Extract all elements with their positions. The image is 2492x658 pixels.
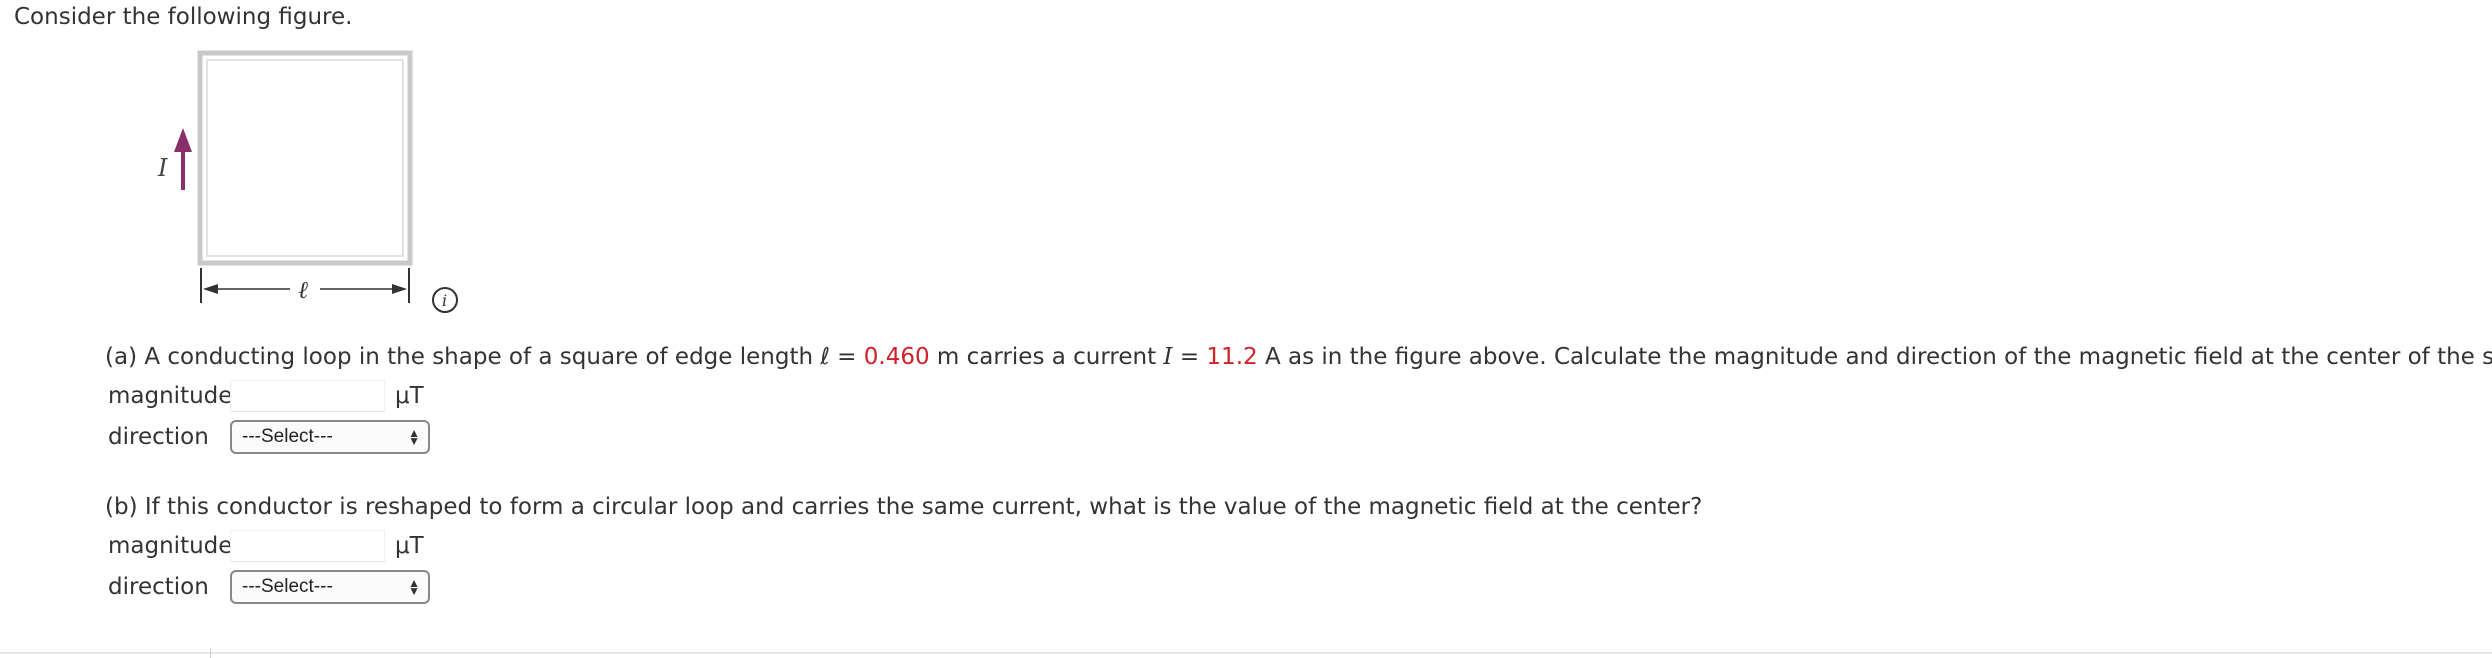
part-b-direction-row: direction ---Select--- ▲ ▼ (108, 570, 430, 604)
direction-label: direction (108, 424, 209, 450)
current-symbol: I (1163, 344, 1173, 370)
magnitude-label: magnitude (108, 533, 233, 559)
part-b-magnitude-input[interactable] (230, 530, 385, 562)
intro-text: Consider the following figure. (14, 4, 353, 30)
current-value: 11.2 (1206, 344, 1258, 370)
part-a-magnitude-input[interactable] (230, 380, 385, 412)
unit-label: μT (395, 383, 424, 409)
magnitude-label: magnitude (108, 383, 233, 409)
length-label: ℓ (298, 276, 308, 304)
part-b-direction-select[interactable]: ---Select--- ▲ ▼ (230, 570, 430, 604)
current-label: I (157, 154, 168, 182)
part-a-direction-row: direction ---Select--- ▲ ▼ (108, 420, 430, 454)
part-b-prompt: (b) If this conductor is reshaped to for… (105, 494, 1703, 520)
svg-text:i: i (442, 291, 447, 310)
divider-tick (210, 648, 211, 658)
part-a-direction-select[interactable]: ---Select--- ▲ ▼ (230, 420, 430, 454)
direction-label: direction (108, 574, 209, 600)
length-value: 0.460 (863, 344, 930, 370)
part-b-magnitude-row: magnitude μT (108, 530, 424, 562)
updown-caret-icon: ▲ ▼ (408, 426, 420, 448)
part-a-magnitude-row: magnitude μT (108, 380, 424, 412)
unit-label: μT (395, 533, 424, 559)
updown-caret-icon: ▲ ▼ (408, 576, 420, 598)
square-loop (197, 50, 413, 266)
info-circle-icon[interactable]: i (430, 285, 460, 315)
divider (0, 652, 2492, 654)
part-a-prompt: (a) A conducting loop in the shape of a … (105, 344, 2492, 370)
